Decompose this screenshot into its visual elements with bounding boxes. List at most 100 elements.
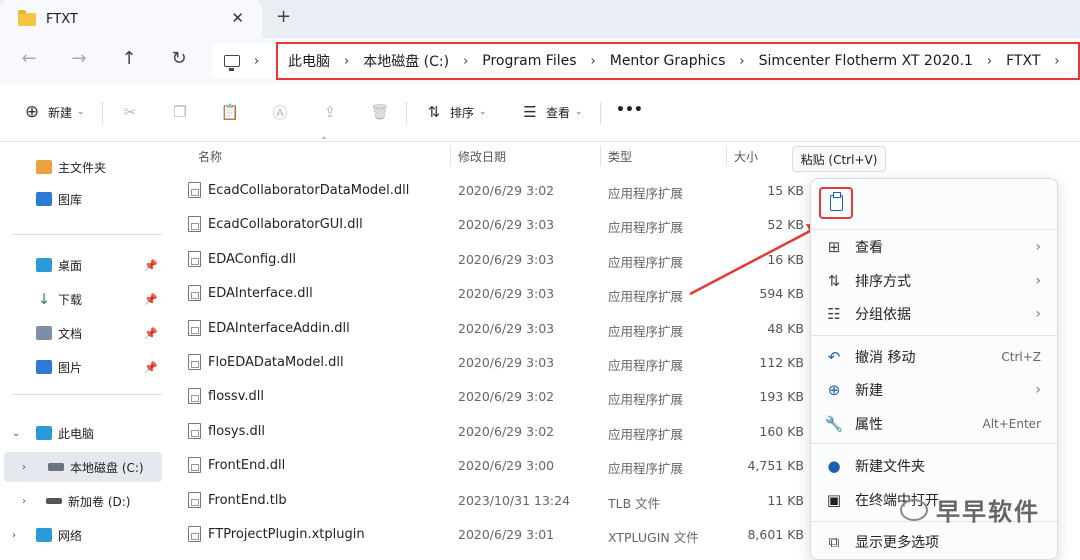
pin-icon[interactable]: 📌	[144, 361, 158, 374]
pin-icon[interactable]: 📌	[144, 327, 158, 340]
sidebar-item-label: 图库	[58, 192, 83, 207]
sidebar-item-this-pc[interactable]: ⌄ 此电脑	[0, 418, 162, 448]
table-row[interactable]: FloEDADataModel.dll 2020/6/29 3:03 应用程序扩展 1…	[180, 346, 816, 380]
share-button[interactable]: ⇪	[320, 102, 346, 122]
column-divider[interactable]	[726, 146, 727, 166]
new-tab-button[interactable]: +	[276, 6, 291, 27]
column-header-size[interactable]: 大小	[734, 148, 758, 165]
chevron-right-icon[interactable]: ›	[22, 462, 26, 473]
chevron-down-icon[interactable]: ⌄	[12, 428, 20, 439]
file-type: 应用程序扩展	[608, 461, 684, 477]
sidebar-item-downloads[interactable]: ↓ 下载 📌	[0, 284, 162, 314]
table-row[interactable]: EDAInterfaceAddin.dll 2020/6/29 3:03 应用程序扩…	[180, 312, 816, 346]
chevron-right-icon[interactable]: ›	[739, 54, 758, 69]
column-divider[interactable]	[600, 146, 601, 166]
chevron-right-icon[interactable]: ›	[1054, 54, 1073, 69]
column-header-name[interactable]: 名称	[198, 148, 222, 165]
shortcut-label: Ctrl+Z	[1001, 350, 1041, 364]
breadcrumb-ftxt[interactable]: FTXT	[1006, 53, 1054, 69]
column-header-modified[interactable]: 修改日期	[458, 148, 506, 165]
cut-button[interactable]: ✂	[120, 102, 146, 122]
menu-item-properties[interactable]: 🔧 属性 Alt+Enter	[811, 408, 1059, 440]
table-row[interactable]: EcadCollaboratorGUI.dll 2020/6/29 3:03 应用程…	[180, 208, 816, 242]
sidebar-item-documents[interactable]: 文档 📌	[0, 318, 162, 348]
file-date: 2020/6/29 3:02	[458, 183, 555, 198]
file-icon	[188, 182, 201, 198]
file-type: 应用程序扩展	[608, 220, 684, 236]
sidebar-item-home[interactable]: 主文件夹	[0, 152, 162, 182]
close-icon[interactable]: ✕	[231, 9, 244, 27]
chevron-right-icon[interactable]: ›	[463, 54, 482, 69]
chevron-right-icon: ›	[1035, 306, 1041, 322]
sidebar-item-new-volume[interactable]: › 新加卷 (D:)	[0, 486, 162, 516]
breadcrumb-flotherm[interactable]: Simcenter Flotherm XT 2020.1	[759, 53, 987, 69]
view-icon: ☰	[523, 103, 537, 121]
breadcrumb-this-pc[interactable]: 此电脑	[288, 51, 344, 71]
table-row[interactable]: EcadCollaboratorDataModel.dll 2020/6/29 3…	[180, 174, 816, 208]
menu-item-new-folder[interactable]: ● 新建文件夹	[811, 450, 1059, 482]
chevron-right-icon[interactable]: ›	[987, 54, 1006, 69]
file-icon	[188, 216, 201, 233]
sidebar-item-network[interactable]: › 网络	[0, 520, 162, 550]
rename-button[interactable]: Ⓐ	[270, 102, 296, 122]
menu-item-new[interactable]: ⊕ 新建 ›	[811, 374, 1059, 406]
up-icon[interactable]: ↑	[117, 48, 141, 69]
more-button[interactable]: •••	[616, 102, 643, 118]
sort-button[interactable]: ⇅ 排序 ⌄	[424, 102, 487, 122]
file-date: 2020/6/29 3:03	[458, 320, 555, 336]
file-list: ⌃ 名称 修改日期 类型 大小 EcadCollaboratorDataMode…	[180, 136, 816, 560]
address-bar[interactable]: 此电脑 › 本地磁盘 (C:) › Program Files › Mentor…	[276, 42, 1080, 80]
pin-icon[interactable]: 📌	[144, 293, 158, 306]
sidebar-item-label: 文档	[58, 326, 83, 341]
chevron-right-icon[interactable]: ›	[22, 496, 26, 507]
breadcrumb-mentor-graphics[interactable]: Mentor Graphics	[610, 53, 740, 69]
column-divider[interactable]	[450, 146, 451, 166]
forward-icon[interactable]: →	[67, 48, 91, 69]
view-button[interactable]: ☰ 查看 ⌄	[520, 102, 582, 122]
chevron-right-icon[interactable]: ›	[12, 530, 16, 541]
copy-button[interactable]: ❐	[170, 102, 196, 122]
breadcrumb-program-files[interactable]: Program Files	[482, 53, 590, 69]
tab-bar: FTXT ✕ +	[0, 0, 1080, 38]
back-icon[interactable]: ←	[17, 48, 41, 69]
chevron-right-icon: ›	[1035, 382, 1041, 398]
tab-ftxt[interactable]: FTXT ✕	[0, 0, 262, 38]
menu-item-more-options[interactable]: ⧉ 显示更多选项	[811, 526, 1059, 558]
table-row[interactable]: flossv.dll 2020/6/29 3:02 应用程序扩展 193 KB	[180, 380, 816, 414]
file-name: EDAInterface.dll	[208, 286, 313, 302]
menu-item-label: 查看	[855, 240, 883, 256]
trash-icon: 🗑	[370, 103, 390, 121]
menu-item-sort[interactable]: ⇅ 排序方式 ›	[811, 265, 1059, 297]
breadcrumb-local-disk[interactable]: 本地磁盘 (C:)	[363, 51, 463, 71]
paste-button[interactable]	[819, 187, 853, 219]
menu-item-view[interactable]: ⊞ 查看 ›	[811, 231, 1059, 263]
sidebar-item-desktop[interactable]: 桌面 📌	[0, 250, 162, 280]
file-type: XTPLUGIN 文件	[608, 530, 699, 545]
file-icon	[188, 491, 201, 508]
delete-button[interactable]: 🗑	[370, 102, 396, 122]
new-button[interactable]: ⊕ 新建 ⌄	[22, 102, 85, 122]
table-row[interactable]: EDAConfig.dll 2020/6/29 3:03 应用程序扩展 16 KB	[180, 243, 816, 277]
menu-item-group[interactable]: ☷ 分组依据 ›	[811, 298, 1059, 330]
column-header-type[interactable]: 类型	[608, 148, 632, 165]
pin-icon[interactable]: 📌	[144, 259, 158, 272]
table-row[interactable]: FTProjectPlugin.xtplugin 2020/6/29 3:01 XT…	[180, 518, 816, 552]
sidebar-item-pictures[interactable]: 图片 📌	[0, 352, 162, 382]
file-size: 193 KB	[759, 389, 804, 405]
sidebar-item-gallery[interactable]: 图库	[0, 184, 162, 214]
refresh-icon[interactable]: ↻	[167, 48, 191, 69]
this-pc-button[interactable]: ›	[212, 44, 272, 78]
copy-icon: ❐	[173, 103, 187, 121]
table-row[interactable]: FrontEnd.dll 2020/6/29 3:00 应用程序扩展 4,751 KB	[180, 449, 816, 483]
menu-item-undo[interactable]: ↶ 撤消 移动 Ctrl+Z	[811, 341, 1059, 373]
chevron-right-icon[interactable]: ›	[591, 54, 610, 69]
chevron-right-icon[interactable]: ›	[344, 54, 363, 69]
table-row[interactable]: EDAInterface.dll 2020/6/29 3:03 应用程序扩展 594 …	[180, 277, 816, 311]
file-type: TLB 文件	[608, 495, 661, 511]
sidebar-item-local-disk[interactable]: › 本地磁盘 (C:)	[4, 452, 162, 482]
table-row[interactable]: flosys.dll 2020/6/29 3:02 应用程序扩展 160 KB	[180, 415, 816, 449]
paste-button[interactable]: 📋	[220, 102, 246, 122]
file-date: 2020/6/29 3:03	[458, 355, 555, 370]
table-row[interactable]: FrontEnd.tlb 2023/10/31 13:24 TLB 文件 11 KB	[180, 484, 816, 518]
home-icon	[36, 160, 52, 174]
